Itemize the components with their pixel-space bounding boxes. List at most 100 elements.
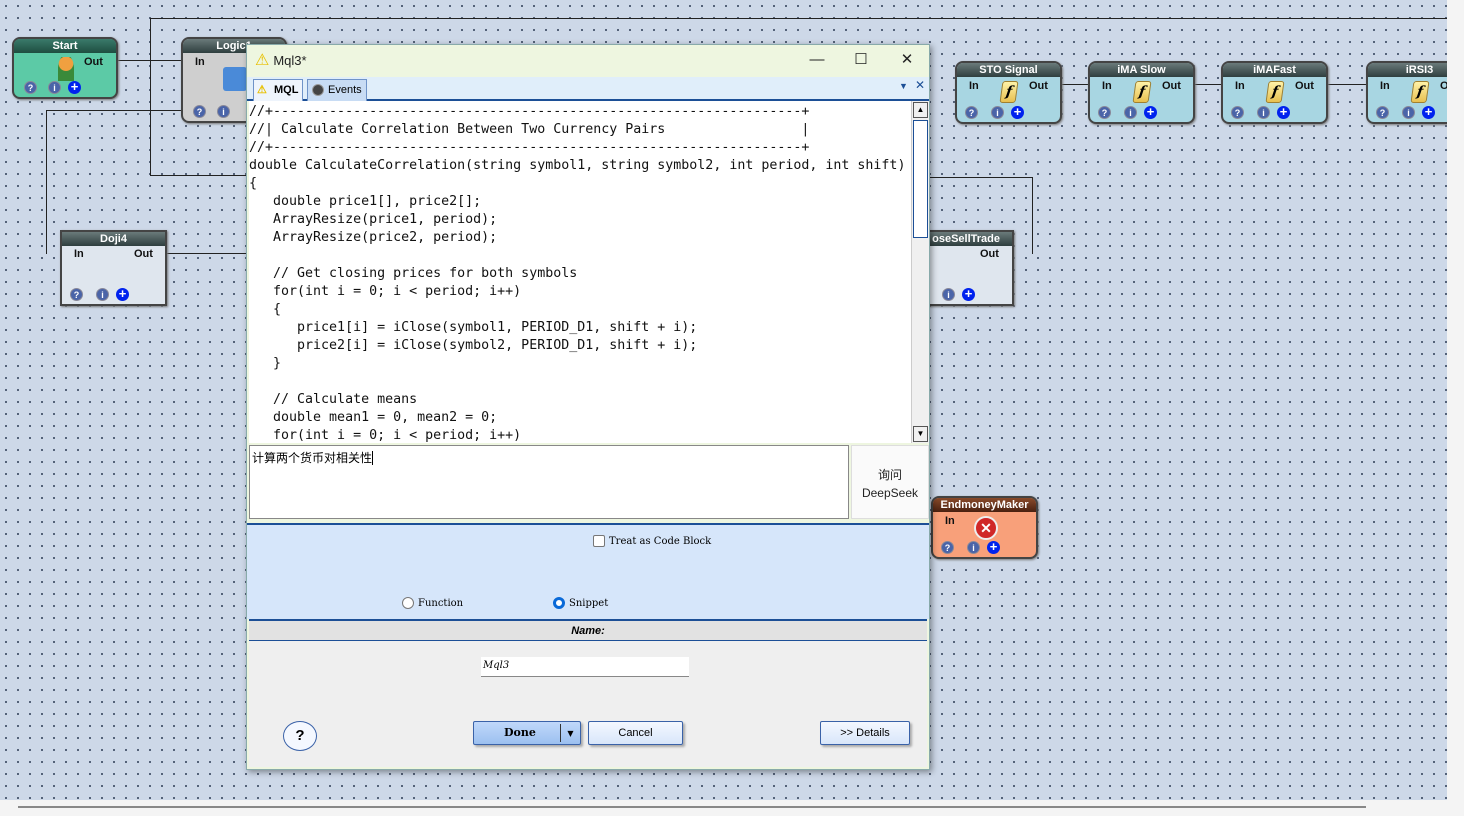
- node-start[interactable]: Start Out ? i +: [12, 37, 118, 99]
- name-input[interactable]: Mql3: [481, 657, 689, 677]
- code-line: //| Calculate Correlation Between Two Cu…: [249, 122, 810, 137]
- done-button[interactable]: Done ▼: [473, 721, 581, 745]
- function-icon: f: [999, 81, 1019, 103]
- wire: [150, 175, 250, 176]
- wire: [46, 110, 182, 111]
- prompt-text: 计算两个货币对相关性: [252, 451, 373, 465]
- tab-dropdown-icon[interactable]: ▼: [899, 81, 908, 91]
- in-pin[interactable]: In: [1235, 80, 1245, 92]
- in-pin[interactable]: In: [1380, 80, 1390, 92]
- help-icon[interactable]: ?: [1376, 106, 1389, 119]
- help-button[interactable]: ?: [283, 721, 317, 751]
- add-icon[interactable]: +: [987, 540, 1000, 554]
- node-sto-signal[interactable]: STO Signal In f Out ? i +: [955, 61, 1062, 124]
- tab-mql[interactable]: ⚠ MQL: [253, 79, 304, 101]
- user-icon: [58, 57, 74, 81]
- wire: [166, 253, 246, 254]
- in-pin[interactable]: In: [74, 248, 84, 260]
- help-icon[interactable]: ?: [965, 106, 978, 119]
- code-editor[interactable]: //+-------------------------------------…: [249, 101, 911, 443]
- code-line: //+-------------------------------------…: [249, 104, 810, 119]
- function-icon: f: [1410, 81, 1430, 103]
- mql-editor-dialog: ⚠ Mql3* — ☐ ✕ ⚠ MQL Events ▼ ✕ //+-------…: [246, 44, 930, 770]
- scroll-thumb[interactable]: [913, 120, 928, 238]
- code-line: {: [249, 302, 282, 317]
- details-button[interactable]: >> Details: [820, 721, 910, 745]
- ask-button-line2: DeepSeek: [861, 486, 919, 500]
- warning-icon: ⚠: [255, 52, 270, 69]
- done-label: Done: [504, 726, 536, 739]
- out-pin[interactable]: Out: [134, 248, 153, 260]
- prompt-input[interactable]: 计算两个货币对相关性: [249, 445, 849, 519]
- tab-bar: ⚠ MQL Events ▼ ✕: [247, 77, 929, 101]
- wire: [1060, 84, 1090, 85]
- clock-icon: [312, 84, 324, 96]
- add-icon[interactable]: +: [116, 287, 129, 301]
- snippet-radio[interactable]: Snippet: [553, 597, 608, 609]
- in-pin[interactable]: In: [945, 515, 955, 527]
- code-line: ArrayResize(price1, period);: [249, 212, 498, 227]
- code-line: for(int i = 0; i < period; i++): [249, 284, 522, 299]
- close-button[interactable]: ✕: [885, 49, 929, 71]
- ask-deepseek-button[interactable]: 询问 DeepSeek: [851, 445, 929, 519]
- code-line: {: [249, 176, 258, 191]
- node-title: iMAFast: [1223, 63, 1326, 77]
- node-ima-slow[interactable]: iMA Slow In f Out ? i +: [1088, 61, 1195, 124]
- treat-as-code-block-checkbox[interactable]: Treat as Code Block: [593, 535, 711, 547]
- out-pin[interactable]: Out: [1029, 80, 1048, 92]
- info-icon[interactable]: i: [217, 105, 230, 118]
- add-icon[interactable]: +: [1011, 105, 1024, 119]
- info-icon[interactable]: i: [1124, 106, 1137, 119]
- canvas-vertical-scrollbar[interactable]: [1447, 0, 1464, 800]
- title-bar[interactable]: ⚠ Mql3* — ☐ ✕: [247, 45, 929, 75]
- help-icon[interactable]: ?: [1098, 106, 1111, 119]
- info-icon[interactable]: i: [1402, 106, 1415, 119]
- add-icon[interactable]: +: [1277, 105, 1290, 119]
- node-imafast[interactable]: iMAFast In f Out ? i +: [1221, 61, 1328, 124]
- code-line: for(int i = 0; i < period; i++): [249, 428, 522, 443]
- wire: [46, 110, 47, 254]
- info-icon[interactable]: i: [1257, 106, 1270, 119]
- function-icon: f: [1265, 81, 1285, 103]
- code-line: double price1[], price2[];: [249, 194, 482, 209]
- info-icon[interactable]: i: [96, 288, 109, 301]
- node-title: Doji4: [62, 232, 165, 246]
- info-icon[interactable]: i: [48, 81, 61, 94]
- code-line: }: [249, 356, 282, 371]
- code-scrollbar[interactable]: ▲ ▼: [911, 101, 929, 443]
- info-icon[interactable]: i: [967, 541, 980, 554]
- wire: [1032, 177, 1033, 254]
- add-icon[interactable]: +: [962, 287, 975, 301]
- out-pin[interactable]: Out: [1162, 80, 1181, 92]
- add-icon[interactable]: +: [68, 80, 81, 94]
- node-doji4[interactable]: Doji4 In Out ? i +: [60, 230, 167, 306]
- cancel-button[interactable]: Cancel: [588, 721, 683, 745]
- tab-events[interactable]: Events: [307, 79, 367, 101]
- minimize-button[interactable]: —: [795, 49, 839, 71]
- help-icon[interactable]: ?: [24, 81, 37, 94]
- in-pin[interactable]: In: [195, 56, 205, 68]
- tab-label: Events: [328, 84, 362, 96]
- help-icon[interactable]: ?: [193, 105, 206, 118]
- node-endmoneymaker[interactable]: EndmoneyMaker In ✕ ? i +: [931, 496, 1038, 559]
- scroll-down-button[interactable]: ▼: [913, 426, 928, 442]
- out-pin[interactable]: Out: [1295, 80, 1314, 92]
- info-icon[interactable]: i: [991, 106, 1004, 119]
- in-pin[interactable]: In: [1102, 80, 1112, 92]
- tab-close-icon[interactable]: ✕: [915, 78, 925, 92]
- add-icon[interactable]: +: [1144, 105, 1157, 119]
- in-pin[interactable]: In: [969, 80, 979, 92]
- out-pin[interactable]: Out: [980, 248, 999, 260]
- help-icon[interactable]: ?: [1231, 106, 1244, 119]
- scroll-up-button[interactable]: ▲: [913, 102, 928, 118]
- function-radio[interactable]: Function: [402, 597, 463, 609]
- done-dropdown-icon[interactable]: ▼: [560, 724, 580, 742]
- help-icon[interactable]: ?: [941, 541, 954, 554]
- info-icon[interactable]: i: [942, 288, 955, 301]
- help-icon[interactable]: ?: [70, 288, 83, 301]
- maximize-button[interactable]: ☐: [839, 49, 883, 71]
- add-icon[interactable]: +: [1422, 105, 1435, 119]
- canvas-horizontal-scrollbar[interactable]: [0, 800, 1464, 816]
- out-pin[interactable]: Out: [84, 56, 103, 68]
